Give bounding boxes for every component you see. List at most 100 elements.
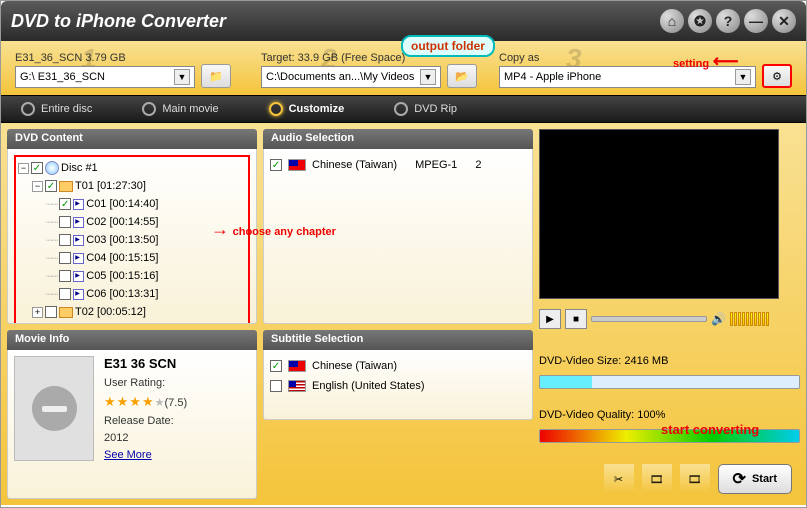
star-half-icon: ★ (155, 397, 165, 409)
subtitle-lang[interactable]: English (United States) (312, 380, 425, 392)
expander[interactable]: + (32, 307, 43, 318)
rating-label: User Rating: (104, 377, 187, 389)
checkbox[interactable]: ✓ (270, 360, 282, 372)
chapter-icon (73, 217, 84, 228)
help-button[interactable]: ? (716, 9, 740, 33)
tab-customize[interactable]: Customize (269, 102, 345, 116)
expander[interactable]: − (18, 163, 29, 174)
checkbox[interactable] (59, 216, 71, 228)
volume-icon[interactable]: 🔊 (711, 312, 726, 326)
tab-entire-disc[interactable]: Entire disc (21, 102, 92, 116)
quality-label: DVD-Video Quality: 100% (539, 409, 800, 421)
circle-icon (142, 102, 156, 116)
stop-button[interactable]: ■ (565, 309, 587, 329)
start-button[interactable]: ⟳ Start (718, 464, 792, 494)
start-label: Start (752, 473, 777, 485)
target-label: Target: 33.9 GB (Free Space) (261, 52, 441, 64)
flag-icon (288, 360, 306, 372)
app-title: DVD to iPhone Converter (11, 11, 656, 32)
source-combo[interactable]: G:\ E31_36_SCN ▼ (15, 66, 195, 88)
audio-codec: MPEG-1 (415, 159, 457, 171)
browse-target-button[interactable]: 📂 (447, 64, 477, 88)
film-icon: 🎞 (650, 473, 664, 486)
home-button[interactable]: ⌂ (660, 9, 684, 33)
circle-icon (269, 102, 283, 116)
refresh-icon: ⟳ (733, 469, 746, 489)
browse-source-button[interactable]: 📁 (201, 64, 231, 88)
close-button[interactable]: ✕ (772, 9, 796, 33)
rating-value: (7.5) (165, 397, 188, 409)
checkbox[interactable] (59, 234, 71, 246)
copyas-label: Copy as (499, 52, 756, 64)
subtitle-lang[interactable]: Chinese (Taiwan) (312, 360, 397, 372)
checkbox[interactable] (270, 380, 282, 392)
audio-ch: 2 (475, 159, 481, 171)
checkbox[interactable] (59, 252, 71, 264)
copyas-value: MP4 - Apple iPhone (504, 71, 601, 83)
folder-open-icon: 📂 (455, 70, 469, 83)
folder-icon (59, 181, 73, 192)
copyas-combo[interactable]: MP4 - Apple iPhone ▼ (499, 66, 756, 88)
folder-icon (59, 307, 73, 318)
checkbox[interactable] (59, 270, 71, 282)
chapter-label[interactable]: C04 [00:15:15] (86, 252, 158, 264)
chapter-icon (73, 235, 84, 246)
settings-button[interactable]: ⚙ (762, 64, 792, 88)
film-plus-icon: 🎞 (688, 473, 702, 486)
chapter-icon (73, 289, 84, 300)
chevron-down-icon: ▼ (735, 69, 751, 85)
target-value: C:\Documents an...\My Videos (266, 71, 414, 83)
expander[interactable]: − (32, 181, 43, 192)
preview-pane (539, 129, 779, 299)
chapter-icon (73, 271, 84, 282)
dvd-tree[interactable]: −✓ Disc #1−✓ T01 [01:27:30]┈┈✓ C01 [00:1… (14, 155, 250, 324)
play-button[interactable]: ▶ (539, 309, 561, 329)
tab-dvd-rip[interactable]: DVD Rip (394, 102, 457, 116)
circle-icon (394, 102, 408, 116)
chapter-label[interactable]: C03 [00:13:50] (86, 234, 158, 246)
chapter-icon (73, 199, 84, 210)
title-label[interactable]: T02 [00:05:12] (75, 306, 146, 318)
checkbox[interactable]: ✓ (59, 198, 71, 210)
see-more-link[interactable]: See More (104, 449, 187, 461)
no-poster-icon (32, 386, 77, 431)
cut-button[interactable]: ✂ (604, 464, 634, 494)
flag-icon (288, 380, 306, 392)
checkbox[interactable]: ✓ (45, 180, 57, 192)
add-button[interactable]: 🎞 (680, 464, 710, 494)
movie-info-header: Movie Info (7, 330, 257, 350)
gear-icon: ⚙ (772, 70, 782, 83)
source-value: G:\ E31_36_SCN (20, 71, 105, 83)
title-label[interactable]: T01 [01:27:30] (75, 180, 146, 192)
disc-icon (45, 161, 59, 175)
effects-button[interactable]: 🎞 (642, 464, 672, 494)
target-combo[interactable]: C:\Documents an...\My Videos ▼ (261, 66, 441, 88)
size-meter (539, 375, 800, 389)
release-value: 2012 (104, 432, 187, 444)
subtitle-header: Subtitle Selection (263, 330, 533, 350)
checkbox[interactable] (45, 306, 57, 318)
chevron-down-icon: ▼ (174, 69, 190, 85)
source-label: E31_36_SCN 3.79 GB (15, 52, 195, 64)
chapter-label[interactable]: C02 [00:14:55] (86, 216, 158, 228)
star-icon: ★★★★ (104, 394, 155, 409)
folder-icon: 📁 (209, 70, 223, 83)
disc-label: Disc #1 (61, 162, 98, 174)
audio-lang[interactable]: Chinese (Taiwan) (312, 159, 397, 171)
minimize-button[interactable]: — (744, 9, 768, 33)
chapter-label[interactable]: C06 [00:13:31] (86, 288, 158, 300)
size-label: DVD-Video Size: 2416 MB (539, 355, 800, 367)
tab-main-movie[interactable]: Main movie (142, 102, 218, 116)
dvd-content-header: DVD Content (7, 129, 257, 149)
movie-title: E31 36 SCN (104, 356, 187, 371)
checkbox[interactable]: ✓ (270, 159, 282, 171)
web-button[interactable]: ✪ (688, 9, 712, 33)
chapter-label[interactable]: C01 [00:14:40] (86, 198, 158, 210)
movie-poster (14, 356, 94, 461)
quality-meter (539, 429, 800, 443)
chapter-label[interactable]: C05 [00:15:16] (86, 270, 158, 282)
checkbox[interactable]: ✓ (31, 162, 43, 174)
volume-meter[interactable] (730, 312, 800, 326)
seek-slider[interactable] (591, 316, 707, 322)
checkbox[interactable] (59, 288, 71, 300)
